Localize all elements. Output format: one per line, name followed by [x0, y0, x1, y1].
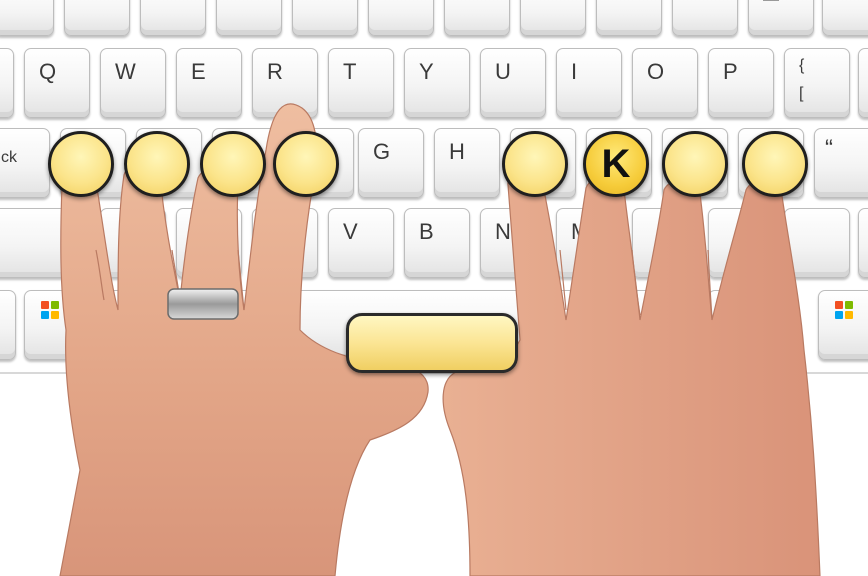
home-marker-left-ring [124, 131, 190, 197]
key-alt-right [708, 290, 774, 360]
key-minus: — [748, 0, 814, 36]
key-7: 7 [444, 0, 510, 36]
key-r: R [252, 48, 318, 118]
key-t: T [328, 48, 394, 118]
key-w: W [100, 48, 166, 118]
key-4: 4 [216, 0, 282, 36]
key-shift-left [0, 208, 90, 278]
key-i: I [556, 48, 622, 118]
key-equals: = [822, 0, 868, 36]
key-9: 9 [596, 0, 662, 36]
home-marker-right-middle: K [583, 131, 649, 197]
key-1 [0, 0, 54, 36]
key-slash [784, 208, 850, 278]
home-marker-right-pinky [742, 131, 808, 197]
key-windows-left [24, 290, 90, 360]
key-o: O [632, 48, 698, 118]
key-0: 0 [672, 0, 738, 36]
windows-logo-icon [835, 301, 853, 319]
key-g: G [358, 128, 424, 198]
key-shift-right [858, 208, 868, 278]
key-b: B [404, 208, 470, 278]
touch-typing-diagram: 2 3 4 5 6 7 8 9 0 — = Q W E R T Y U I O … [0, 0, 868, 576]
key-y: Y [404, 48, 470, 118]
key-tab [0, 48, 14, 118]
home-marker-left-pinky [48, 131, 114, 197]
key-bracket-right [858, 48, 868, 118]
key-q: Q [24, 48, 90, 118]
key-5: 5 [292, 0, 358, 36]
home-marker-left-middle [200, 131, 266, 197]
key-u: U [480, 48, 546, 118]
key-3: 3 [140, 0, 206, 36]
key-n: N [480, 208, 546, 278]
key-2: 2 [64, 0, 130, 36]
home-marker-right-index [502, 131, 568, 197]
key-6: 6 [368, 0, 434, 36]
key-period [708, 208, 774, 278]
key-comma [632, 208, 698, 278]
key-z [100, 208, 166, 278]
key-windows-right [818, 290, 868, 360]
key-ctrl-left [0, 290, 16, 360]
key-alt-left [100, 290, 166, 360]
key-bracket-left: { [ [784, 48, 850, 118]
key-p: P [708, 48, 774, 118]
key-quote: “ [814, 128, 868, 198]
key-caps-lock: ck [0, 128, 50, 198]
key-e: E [176, 48, 242, 118]
key-v: V [328, 208, 394, 278]
key-x [176, 208, 242, 278]
key-c [252, 208, 318, 278]
key-m: M [556, 208, 622, 278]
thumb-marker-spacebar [346, 313, 518, 373]
key-8: 8 [520, 0, 586, 36]
home-marker-left-index [273, 131, 339, 197]
windows-logo-icon [41, 301, 59, 319]
home-marker-right-ring [662, 131, 728, 197]
key-h: H [434, 128, 500, 198]
